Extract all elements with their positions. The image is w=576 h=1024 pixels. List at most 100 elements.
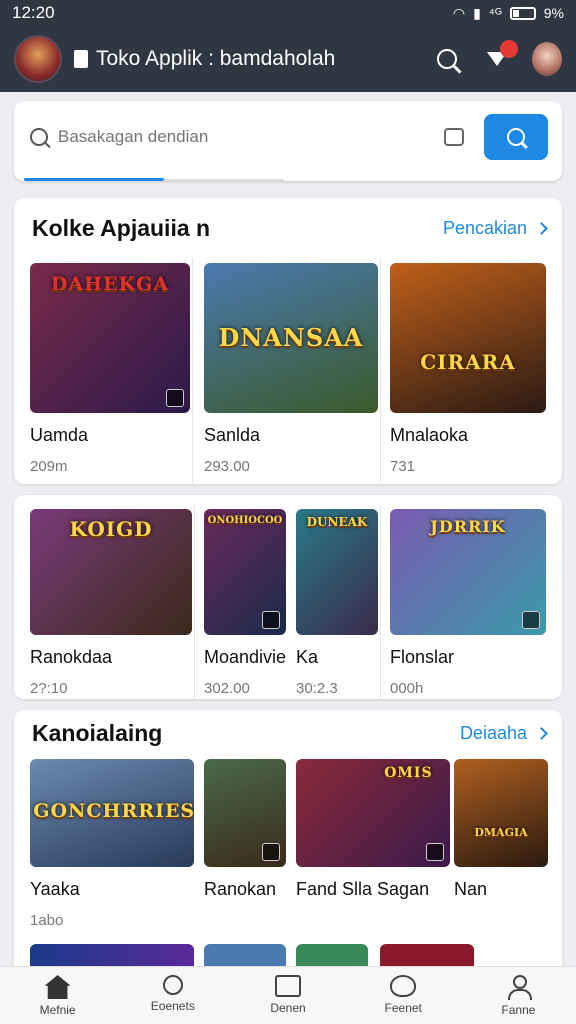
app-card[interactable]: DUNEAK Ka 30:2.3	[296, 509, 378, 697]
search-card	[14, 101, 562, 181]
app-title-wrap: Toko Applik : bamdaholah	[74, 47, 412, 71]
app-card[interactable]: GONCHRRIES Yaaka 1abo	[30, 759, 194, 929]
nav-item-favorites[interactable]: Feenet	[346, 967, 461, 1024]
nav-label: Fanne	[501, 1003, 536, 1017]
app-logo[interactable]	[14, 35, 62, 83]
search-input[interactable]	[58, 127, 444, 147]
app-card[interactable]: ONOHIOCOO Moandivie 302.00	[204, 509, 286, 697]
filter-button[interactable]	[482, 40, 518, 74]
app-thumbnail: OMIS	[296, 759, 450, 867]
app-name: Sanlda	[204, 425, 261, 445]
thumbnail-art-text: OMIS	[384, 765, 433, 781]
section-featured: Kolke Apjauiia n Pencakian DAHEKGA Uamda…	[14, 198, 562, 484]
app-thumbnail: JDRRIK	[390, 509, 546, 635]
app-card[interactable]: Ranokan	[204, 759, 286, 900]
app-name: Nan	[454, 879, 488, 899]
app-thumbnail-partial[interactable]	[380, 944, 474, 966]
app-card[interactable]: DNANSAA Sanlda 293.00	[204, 263, 378, 475]
thumbnail-art-text: DUNEAK	[306, 515, 368, 529]
app-name: Flonslar	[390, 647, 455, 667]
nav-item-search[interactable]: Eoenets	[115, 967, 230, 1024]
document-icon	[74, 50, 88, 68]
thumbnail-art-text: CIRARA	[420, 350, 516, 374]
app-meta: 302.00	[204, 680, 250, 697]
app-meta: 293.00	[204, 458, 250, 475]
app-thumbnail-partial[interactable]	[30, 944, 194, 966]
search-icon	[162, 975, 183, 995]
app-thumbnail: DMAGIA	[454, 759, 548, 867]
app-card[interactable]: OMIS Fand Slla Sagan	[296, 759, 450, 900]
app-name: Ka	[296, 647, 319, 667]
app-name: Moandivie	[204, 647, 287, 667]
app-name: Fand Slla Sagan	[296, 879, 430, 899]
search-submit-button[interactable]	[484, 114, 548, 160]
app-thumbnail: CIRARA	[390, 263, 546, 413]
nav-item-apps[interactable]: Denen	[230, 967, 345, 1024]
divider	[194, 505, 195, 699]
section-header: Kanoialaing Deiaaha	[14, 710, 562, 756]
search-field-icon	[30, 128, 48, 146]
app-card[interactable]: KOIGD Ranokdaa 2?:10	[30, 509, 192, 697]
app-meta: 209m	[30, 458, 68, 475]
nav-label: Mefnie	[39, 1003, 76, 1017]
app-thumbnail: DNANSAA	[204, 263, 378, 413]
app-thumbnail: GONCHRRIES	[30, 759, 194, 867]
app-meta: 1abo	[30, 912, 64, 929]
app-thumbnail: ONOHIOCOO	[204, 509, 286, 635]
active-tab-indicator	[24, 178, 164, 181]
apps-icon	[275, 975, 301, 997]
section-category: Kanoialaing Deiaaha GONCHRRIES Yaaka 1ab…	[14, 710, 562, 966]
app-bar: Toko Applik : bamdaholah	[0, 26, 576, 92]
section-see-all-link[interactable]: Deiaaha	[460, 723, 548, 744]
avatar	[532, 42, 562, 76]
chevron-right-icon	[535, 726, 548, 740]
divider	[380, 258, 381, 484]
thumbnail-art-text: DNANSAA	[218, 323, 364, 352]
app-name: Yaaka	[30, 879, 80, 899]
status-bar: 12:20 ◠ ▮ ⁴ᴳ 9%	[0, 0, 576, 26]
top-bar: 12:20 ◠ ▮ ⁴ᴳ 9% Toko Applik : bamdaholah	[0, 0, 576, 92]
app-card[interactable]: JDRRIK Flonslar 000h	[390, 509, 546, 697]
badge-icon	[426, 843, 444, 861]
app-card[interactable]: DAHEKGA Uamda 209m	[30, 263, 190, 475]
search-button[interactable]	[432, 44, 462, 74]
app-thumbnail: DUNEAK	[296, 509, 378, 635]
app-meta: 000h	[390, 680, 424, 697]
app-name: Ranokdaa	[30, 647, 113, 667]
app-meta: 731	[390, 458, 416, 475]
badge-icon	[166, 389, 184, 407]
thumbnail-art-text: GONCHRRIES	[33, 800, 194, 823]
thumbnail-art-text: ONOHIOCOO	[207, 515, 283, 526]
profile-button[interactable]	[532, 42, 562, 76]
app-thumbnail-partial[interactable]	[204, 944, 286, 966]
search-icon	[507, 128, 525, 146]
section-title: Kolke Apjauiia n	[32, 214, 211, 241]
badge-icon	[262, 843, 280, 861]
app-thumbnail: DAHEKGA	[30, 263, 190, 413]
nav-label: Eoenets	[150, 999, 195, 1013]
section-see-all-link[interactable]: Pencakian	[442, 217, 548, 239]
network-type: ⁴ᴳ	[488, 5, 502, 21]
status-time: 12:20	[12, 3, 55, 22]
battery-level: 9%	[543, 5, 564, 21]
app-name: Ranokan	[204, 879, 277, 899]
nav-item-profile[interactable]: Fanne	[461, 967, 576, 1024]
app-card[interactable]: DMAGIA Nan	[454, 759, 548, 900]
app-meta: 30:2.3	[296, 680, 338, 697]
badge-icon	[262, 611, 280, 629]
tab-divider	[164, 179, 284, 181]
signal-icon: ▮	[473, 4, 481, 21]
nav-item-home[interactable]: Mefnie	[0, 967, 115, 1024]
badge-icon	[522, 611, 540, 629]
app-thumbnail: KOIGD	[30, 509, 192, 635]
thumbnail-art-text: DAHEKGA	[50, 273, 170, 295]
app-thumbnail-partial[interactable]	[296, 944, 368, 966]
app-card[interactable]: CIRARA Mnalaoka 731	[390, 263, 546, 475]
section-link-label: Pencakian	[442, 217, 527, 238]
thumbnail-art-text: JDRRIK	[430, 517, 506, 536]
nav-label: Feenet	[384, 1001, 422, 1015]
divider	[380, 505, 381, 699]
scan-icon[interactable]	[444, 128, 464, 146]
search-icon	[437, 49, 457, 69]
battery-icon	[509, 6, 536, 20]
